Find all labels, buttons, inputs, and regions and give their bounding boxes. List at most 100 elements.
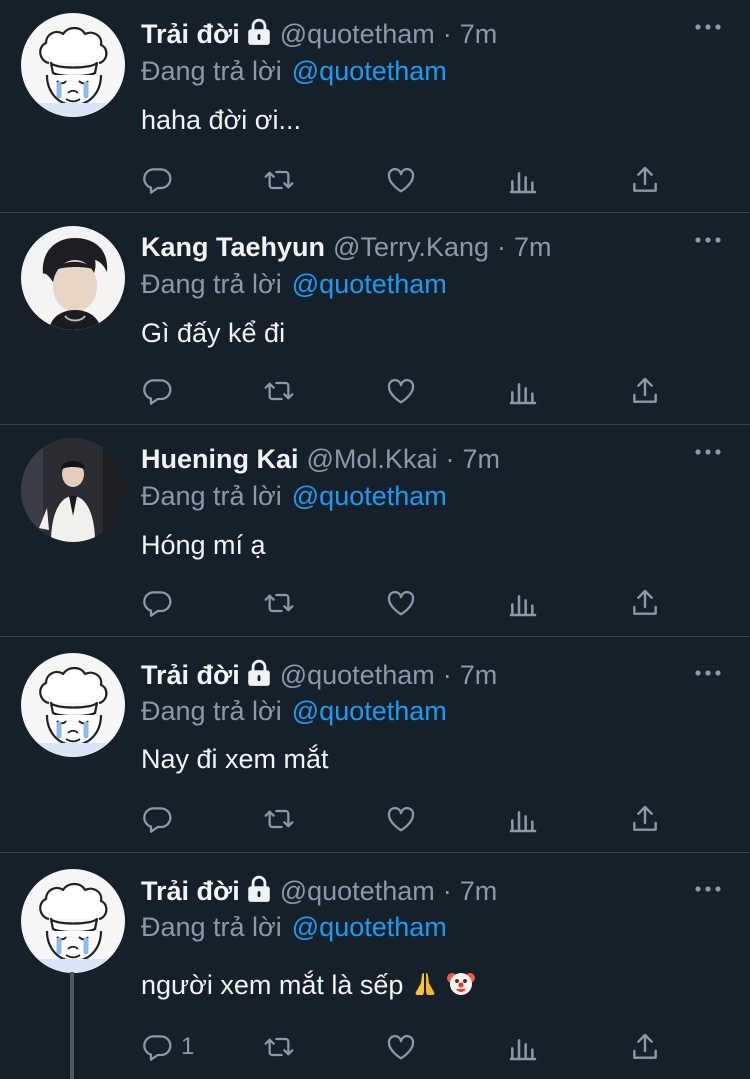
chef-cartoon-avatar-icon xyxy=(21,653,125,757)
tweet-text: haha đời ơi... xyxy=(141,105,301,135)
separator-dot: · xyxy=(497,232,506,262)
retweet-icon xyxy=(263,375,295,407)
avatar[interactable] xyxy=(21,869,125,973)
timestamp[interactable]: 7m xyxy=(462,444,500,474)
more-options-icon[interactable] xyxy=(694,666,722,680)
share-icon xyxy=(629,375,661,407)
analytics-button[interactable] xyxy=(507,373,539,409)
timestamp[interactable]: 7m xyxy=(514,232,552,262)
display-name[interactable]: Trải đời xyxy=(141,660,240,690)
more-options-icon[interactable] xyxy=(694,445,722,459)
separator-dot: · xyxy=(445,444,455,474)
like-button[interactable] xyxy=(385,585,417,621)
share-button[interactable] xyxy=(629,585,661,621)
share-button[interactable] xyxy=(629,162,661,198)
tweet-reply[interactable]: Trải đời @quotetham · 7m Đang trả lời @quote… xyxy=(0,853,750,1079)
mention-link[interactable]: @quotetham xyxy=(292,269,447,299)
tweet-actions xyxy=(141,162,681,198)
thread-connector-line xyxy=(70,972,74,1079)
user-handle[interactable]: @quotetham xyxy=(280,660,435,690)
display-name[interactable]: Kang Taehyun xyxy=(141,232,325,262)
chef-cartoon-avatar-icon xyxy=(21,869,125,973)
avatar[interactable] xyxy=(21,13,125,117)
replying-to-line: Đang trả lời @quotetham xyxy=(141,53,447,89)
reply-button[interactable] xyxy=(141,373,173,409)
tweet-reply[interactable]: Trải đời @quotetham · 7m Đang trả lời @quote… xyxy=(0,0,750,213)
share-button[interactable] xyxy=(629,801,661,837)
retweet-button[interactable] xyxy=(263,1029,295,1065)
like-button[interactable] xyxy=(385,162,417,198)
reply-icon xyxy=(141,803,173,835)
replying-to-line: Đang trả lời @quotetham xyxy=(141,693,447,729)
analytics-icon xyxy=(507,587,539,619)
mention-link[interactable]: @quotetham xyxy=(292,481,447,511)
share-button[interactable] xyxy=(629,373,661,409)
analytics-icon xyxy=(507,375,539,407)
tweet-header: Huening Kai @Mol.Kkai · 7m xyxy=(141,441,500,477)
clown-face-emoji-icon xyxy=(447,973,476,995)
replying-to-label: Đang trả lời xyxy=(141,696,282,726)
tweet-actions xyxy=(141,585,681,621)
analytics-icon xyxy=(507,164,539,196)
user-handle[interactable]: @quotetham xyxy=(280,876,435,906)
retweet-button[interactable] xyxy=(263,801,295,837)
reply-button[interactable] xyxy=(141,162,173,198)
analytics-button[interactable] xyxy=(507,801,539,837)
timestamp[interactable]: 7m xyxy=(460,19,498,49)
avatar[interactable] xyxy=(21,653,125,757)
mention-link[interactable]: @quotetham xyxy=(292,912,447,942)
user-handle[interactable]: @quotetham xyxy=(280,19,435,49)
lock-icon xyxy=(246,875,272,903)
timestamp[interactable]: 7m xyxy=(460,660,498,690)
reply-button[interactable] xyxy=(141,801,173,837)
tweet-header: Trải đời @quotetham · 7m xyxy=(141,873,497,909)
reply-count: 1 xyxy=(181,1033,195,1060)
retweet-button[interactable] xyxy=(263,373,295,409)
replying-to-label: Đang trả lời xyxy=(141,481,282,511)
like-button[interactable] xyxy=(385,1029,417,1065)
avatar[interactable] xyxy=(21,226,125,330)
analytics-button[interactable] xyxy=(507,585,539,621)
share-button[interactable] xyxy=(629,1029,661,1065)
share-icon xyxy=(629,803,661,835)
more-options-icon[interactable] xyxy=(694,882,722,896)
replying-to-label: Đang trả lời xyxy=(141,912,282,942)
analytics-button[interactable] xyxy=(507,1029,539,1065)
tweet-header: Kang Taehyun @Terry.Kang · 7m xyxy=(141,229,552,265)
heart-icon xyxy=(385,164,417,196)
reply-icon xyxy=(141,1031,173,1063)
mention-link[interactable]: @quotetham xyxy=(292,696,447,726)
tweet-text-line: người xem mắt là sếp xyxy=(141,967,476,1003)
tweet-reply[interactable]: Kang Taehyun @Terry.Kang · 7m Đang trả lời @… xyxy=(0,213,750,425)
like-button[interactable] xyxy=(385,801,417,837)
avatar[interactable] xyxy=(21,438,125,542)
lock-icon xyxy=(246,18,272,46)
analytics-icon xyxy=(507,803,539,835)
retweet-button[interactable] xyxy=(263,585,295,621)
replying-to-line: Đang trả lời @quotetham xyxy=(141,478,447,514)
display-name[interactable]: Trải đời xyxy=(141,876,240,906)
chef-cartoon-avatar-icon xyxy=(21,13,125,117)
mention-link[interactable]: @quotetham xyxy=(292,56,447,86)
reply-icon xyxy=(141,587,173,619)
like-button[interactable] xyxy=(385,373,417,409)
tweet-reply[interactable]: Huening Kai @Mol.Kkai · 7m Đang trả lời @quo… xyxy=(0,425,750,637)
tweet-header: Trải đời @quotetham · 7m xyxy=(141,657,497,693)
more-options-icon[interactable] xyxy=(694,20,722,34)
tweet-text: Nay đi xem mắt xyxy=(141,744,329,774)
display-name[interactable]: Trải đời xyxy=(141,19,240,49)
analytics-icon xyxy=(507,1031,539,1063)
tweet-header: Trải đời @quotetham · 7m xyxy=(141,16,497,52)
user-handle[interactable]: @Mol.Kkai xyxy=(307,444,438,474)
more-options-icon[interactable] xyxy=(694,233,722,247)
analytics-button[interactable] xyxy=(507,162,539,198)
reply-button[interactable]: 1 xyxy=(141,1029,194,1065)
display-name[interactable]: Huening Kai xyxy=(141,444,299,474)
tweet-text: Hóng mí ạ xyxy=(141,530,266,560)
heart-icon xyxy=(385,803,417,835)
retweet-button[interactable] xyxy=(263,162,295,198)
user-handle[interactable]: @Terry.Kang xyxy=(333,232,489,262)
reply-button[interactable] xyxy=(141,585,173,621)
tweet-reply[interactable]: Trải đời @quotetham · 7m Đang trả lời @quote… xyxy=(0,637,750,853)
timestamp[interactable]: 7m xyxy=(460,876,498,906)
